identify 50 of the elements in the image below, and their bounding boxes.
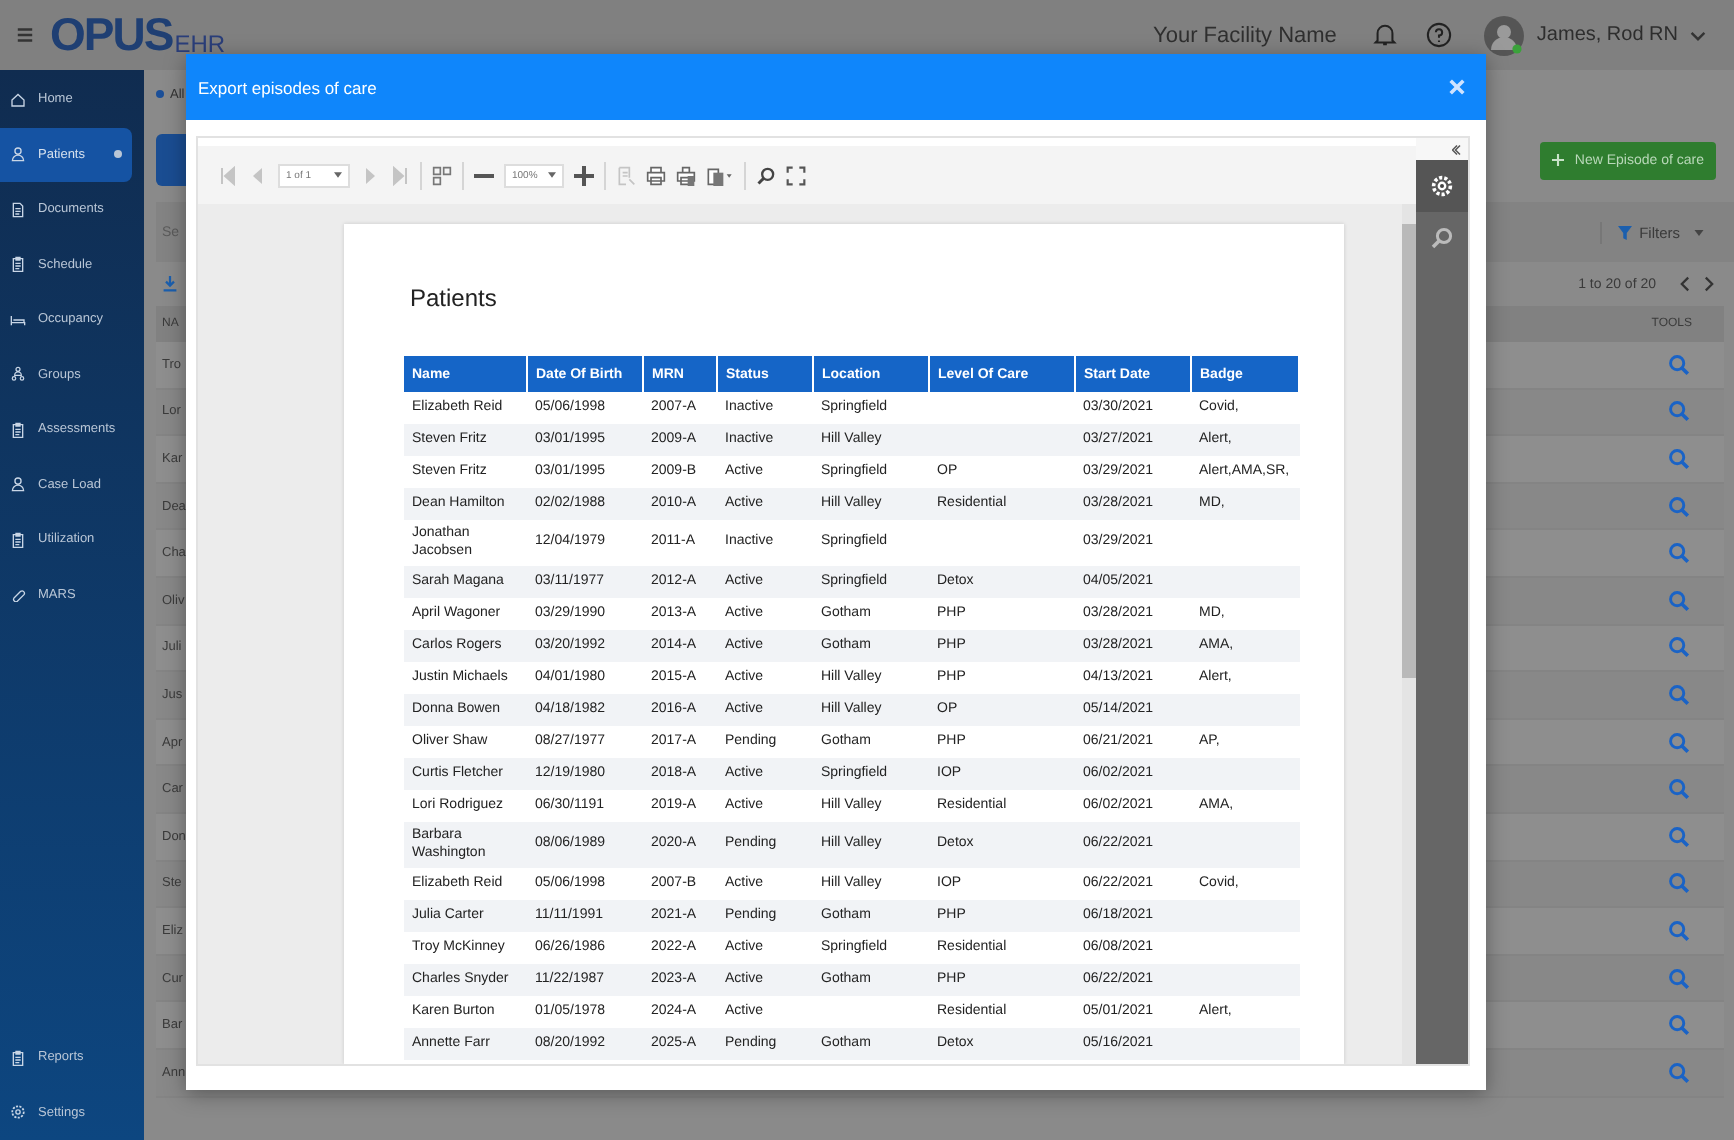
clipboard-icon	[10, 256, 26, 273]
clipboard-icon	[10, 421, 26, 438]
edit-icon[interactable]	[616, 165, 636, 185]
download-icon[interactable]	[162, 276, 178, 292]
scrollbar[interactable]	[1402, 204, 1416, 1064]
clipboard-icon	[10, 531, 26, 548]
help-icon[interactable]	[1426, 22, 1453, 48]
gear-icon	[10, 1104, 26, 1121]
caret-icon	[548, 172, 556, 178]
facility-name[interactable]: Your Facility Name	[1153, 23, 1337, 47]
funnel-icon	[1617, 225, 1632, 239]
document-icon	[10, 201, 26, 218]
logo-suffix: EHR	[174, 30, 226, 58]
print-icon[interactable]	[646, 165, 666, 185]
previous-page-icon[interactable]	[248, 165, 268, 185]
bed-icon	[10, 311, 26, 328]
print-page-icon[interactable]	[676, 165, 696, 185]
gear-icon	[1430, 174, 1454, 198]
menu-icon[interactable]	[16, 26, 34, 44]
close-button[interactable]	[1444, 74, 1470, 100]
search-icon	[1430, 226, 1454, 250]
plus-icon	[1552, 154, 1565, 166]
dialog-title: Export episodes of care	[198, 77, 377, 97]
next-page-icon[interactable]	[360, 165, 380, 185]
settings-button[interactable]	[1416, 160, 1468, 212]
caret-icon	[1694, 229, 1704, 235]
bell-icon[interactable]	[1372, 22, 1399, 48]
group-icon	[10, 366, 26, 383]
search-icon[interactable]	[756, 165, 776, 185]
export-icon[interactable]	[706, 165, 734, 185]
avatar[interactable]	[1484, 15, 1525, 55]
close-icon	[1448, 78, 1466, 96]
caret-icon	[334, 172, 342, 178]
capsule-icon	[10, 586, 26, 603]
next-page-icon[interactable]	[1704, 276, 1714, 292]
last-page-icon[interactable]	[390, 165, 410, 185]
previous-page-icon[interactable]	[1680, 276, 1690, 292]
multi-page-icon[interactable]	[432, 165, 452, 185]
report-title: Patients	[410, 284, 499, 312]
collapse-icon[interactable]	[1452, 143, 1462, 155]
person-icon	[10, 476, 26, 493]
logo-text: OPUS	[50, 8, 173, 62]
first-page-icon[interactable]	[218, 165, 238, 185]
house-icon	[10, 91, 26, 108]
fullscreen-icon[interactable]	[786, 165, 806, 185]
user-name[interactable]: James, Rod RN	[1536, 24, 1678, 46]
person-icon	[10, 146, 26, 163]
zoom-in-icon[interactable]	[574, 165, 594, 185]
chevron-down-icon[interactable]	[1690, 29, 1706, 41]
clipboard-icon	[10, 1049, 26, 1066]
